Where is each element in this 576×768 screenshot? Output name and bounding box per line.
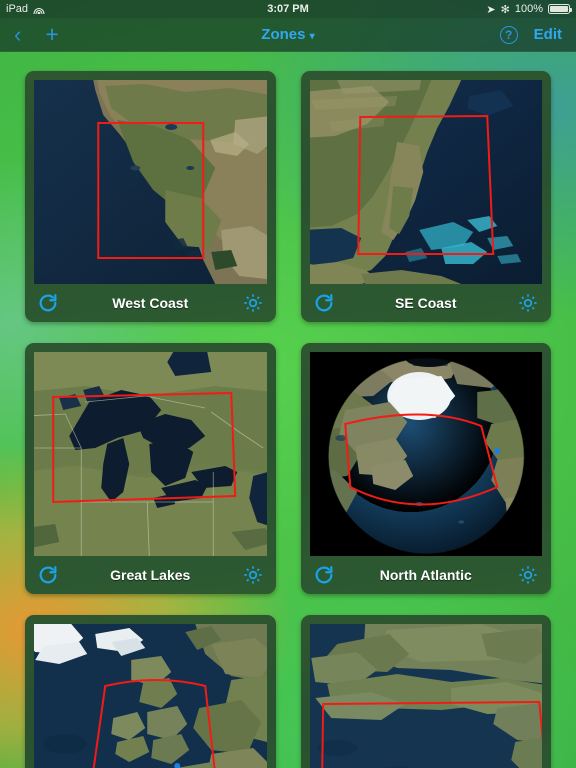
zone-card-footer: North Atlantic	[310, 556, 543, 594]
gear-icon[interactable]	[242, 292, 264, 314]
bluetooth-icon: ✻	[500, 3, 510, 16]
status-bar: iPad 3:07 PM ➤ ✻ 100%	[0, 0, 576, 18]
chevron-down-icon: ▾	[309, 31, 315, 42]
plus-icon[interactable]: +	[45, 23, 58, 46]
zone-thumbnail[interactable]	[34, 352, 267, 556]
refresh-icon[interactable]	[313, 292, 335, 314]
status-device-label: iPad	[6, 3, 29, 15]
zone-card[interactable]	[25, 615, 276, 768]
zone-thumbnail[interactable]	[309, 624, 542, 768]
battery-percent-label: 100%	[514, 3, 543, 15]
navigation-bar: ‹ + Zones ▾ ? Edit	[0, 18, 576, 52]
battery-full-icon	[548, 4, 572, 14]
zone-card-title: North Atlantic	[379, 567, 472, 583]
zone-thumbnail[interactable]	[34, 80, 267, 284]
zone-card-footer: West Coast	[34, 284, 267, 322]
zone-thumbnail[interactable]	[309, 80, 542, 284]
zone-card[interactable]	[300, 615, 551, 768]
zone-thumbnail[interactable]	[309, 352, 542, 556]
zone-card-title: Great Lakes	[110, 567, 191, 583]
zones-grid: West Coast SE Coast Great Lakes North At…	[0, 52, 576, 768]
location-arrow-icon: ➤	[486, 3, 496, 16]
zone-card-title: West Coast	[112, 295, 189, 311]
page-title-label: Zones	[261, 26, 306, 43]
zone-card[interactable]: West Coast	[25, 71, 276, 322]
gear-icon[interactable]	[242, 564, 264, 586]
refresh-icon[interactable]	[313, 564, 335, 586]
zone-card-footer: SE Coast	[310, 284, 543, 322]
zone-card-footer: Great Lakes	[34, 556, 267, 594]
gear-icon[interactable]	[517, 292, 539, 314]
zone-card-title: SE Coast	[395, 295, 457, 311]
refresh-icon[interactable]	[37, 564, 59, 586]
chevron-left-icon[interactable]: ‹	[14, 23, 21, 46]
refresh-icon[interactable]	[37, 292, 59, 314]
edit-button[interactable]: Edit	[534, 26, 562, 43]
gear-icon[interactable]	[517, 564, 539, 586]
zone-thumbnail[interactable]	[34, 624, 267, 768]
zone-card[interactable]: SE Coast	[300, 71, 551, 322]
page-title[interactable]: Zones ▾	[0, 26, 576, 43]
zone-card[interactable]: North Atlantic	[300, 343, 551, 594]
question-mark-icon[interactable]: ?	[499, 25, 518, 44]
wifi-icon	[33, 4, 45, 14]
zone-card[interactable]: Great Lakes	[25, 343, 276, 594]
